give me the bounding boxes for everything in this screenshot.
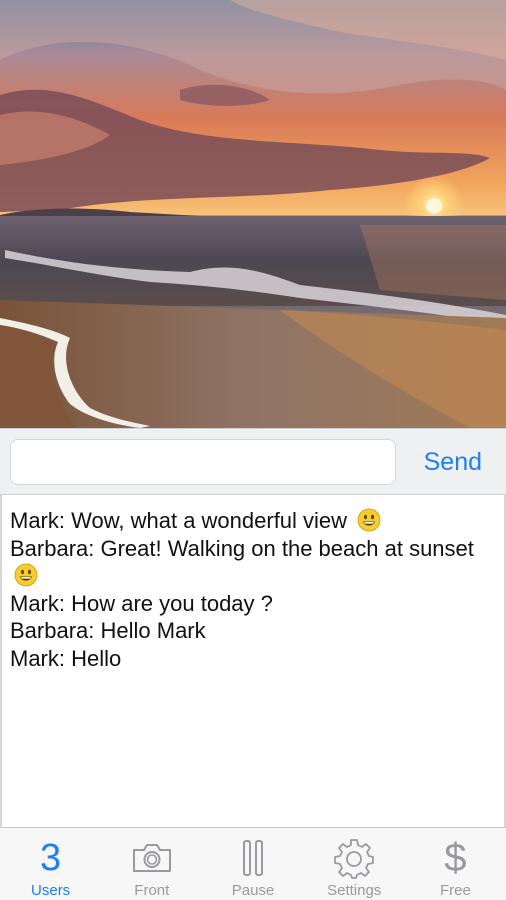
chat-message-text: Mark: Wow, what a wonderful view xyxy=(10,508,348,533)
tab-front[interactable]: Front xyxy=(101,828,202,900)
smiley-emoji-icon xyxy=(357,508,381,532)
smiley-emoji-icon xyxy=(14,563,38,587)
pause-icon xyxy=(243,840,263,876)
tab-label-free: Free xyxy=(439,882,471,899)
tab-label-users: Users xyxy=(31,882,71,899)
tab-bar: 3 Users Front Pause Settings $ Free xyxy=(0,827,506,900)
chat-message: Mark: Wow, what a wonderful view xyxy=(10,507,496,535)
message-composer: Send xyxy=(0,428,506,495)
chat-message: Mark: How are you today ? xyxy=(10,590,496,618)
chat-message-text: Mark: Hello xyxy=(10,645,122,671)
camera-icon xyxy=(132,844,171,872)
chat-message: Barbara: Hello Mark xyxy=(10,617,496,645)
tab-pause[interactable]: Pause xyxy=(202,828,303,900)
chat-log: Mark: Wow, what a wonderful view Barbara… xyxy=(0,495,506,827)
tab-label-pause: Pause xyxy=(231,882,275,899)
gear-icon xyxy=(334,839,375,879)
tab-label-front: Front xyxy=(134,882,170,899)
send-button[interactable]: Send xyxy=(424,444,482,480)
sunset-beach-image xyxy=(0,0,506,428)
users-count: 3 xyxy=(40,837,62,879)
users-count-icon: 3 xyxy=(21,834,81,882)
chat-message: Mark: Hello xyxy=(10,645,496,673)
chat-message-text: Mark: How are you today ? xyxy=(10,590,273,616)
chat-message: Barbara: Great! Walking on the beach at … xyxy=(10,535,496,590)
chat-message-text: Barbara: Hello Mark xyxy=(10,618,206,643)
message-input[interactable] xyxy=(10,439,396,485)
video-view xyxy=(0,0,506,428)
dollar-icon: $ xyxy=(425,834,485,882)
tab-settings[interactable]: Settings xyxy=(304,828,405,900)
dollar-sign: $ xyxy=(444,836,467,880)
tab-label-settings: Settings xyxy=(327,882,382,899)
tab-users[interactable]: 3 Users xyxy=(0,828,101,900)
tab-free[interactable]: $ Free xyxy=(405,828,506,900)
chat-message-text: Barbara: Great! Walking on the beach at … xyxy=(10,535,474,561)
